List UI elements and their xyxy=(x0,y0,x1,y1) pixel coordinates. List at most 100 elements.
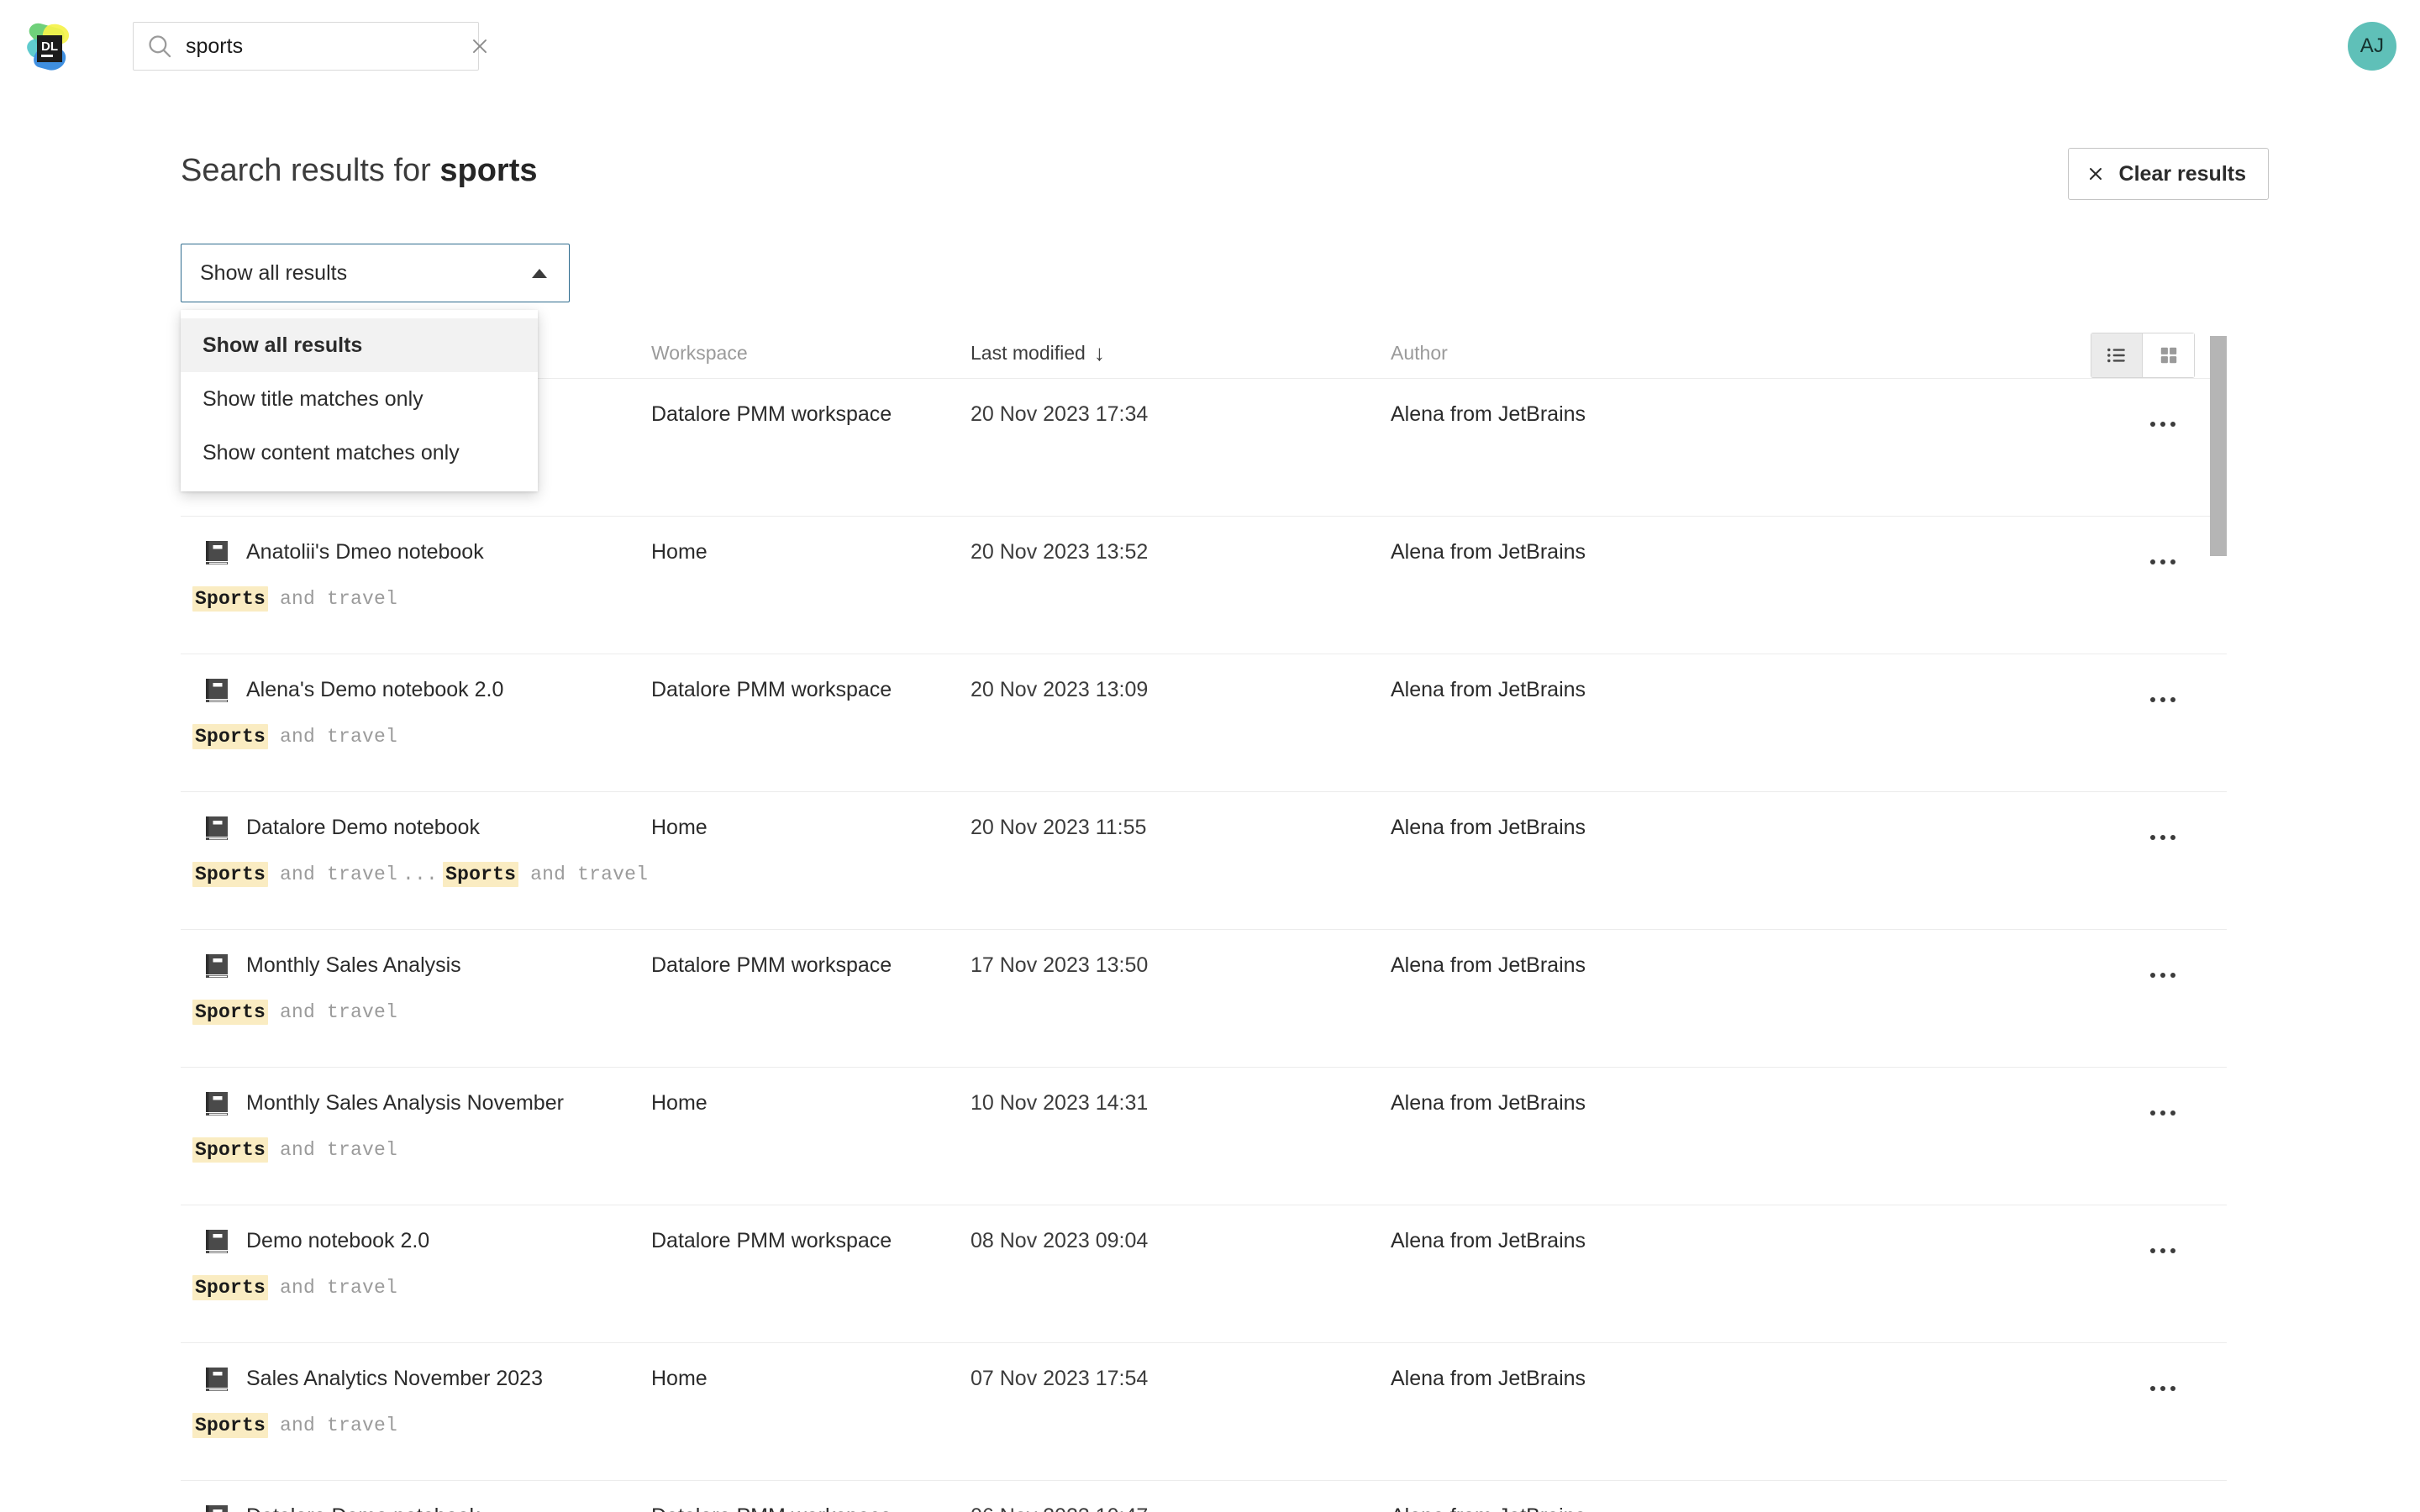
result-name-cell[interactable]: Monthly Sales Analysis xyxy=(181,953,651,978)
column-header-author[interactable]: Author xyxy=(1391,342,1928,365)
result-last-modified: 20 Nov 2023 13:09 xyxy=(971,678,1149,701)
results-filter-value: Show all results xyxy=(200,260,348,285)
result-workspace: Datalore PMM workspace xyxy=(651,1504,971,1512)
result-workspace: Datalore PMM workspace xyxy=(651,402,892,426)
scrollbar-thumb[interactable] xyxy=(2210,336,2227,556)
result-title[interactable]: Alena's Demo notebook 2.0 xyxy=(246,678,503,702)
result-name-cell[interactable]: Datalore Demo notebook xyxy=(181,1504,651,1512)
dot xyxy=(2150,1110,2155,1116)
result-title[interactable]: Anatolii's Dmeo notebook xyxy=(246,540,484,564)
view-mode-toggle[interactable] xyxy=(2091,333,2195,378)
dot xyxy=(2170,835,2175,840)
sort-descending-icon: ↓ xyxy=(1093,340,1105,365)
result-author: Alena from JetBrains xyxy=(1391,1091,1586,1115)
table-row[interactable]: Monthly Sales Analysis Datalore PMM works… xyxy=(181,929,2227,1067)
clear-search-icon[interactable] xyxy=(461,28,498,65)
search-icon xyxy=(145,32,174,60)
result-last-modified: 20 Nov 2023 17:34 xyxy=(971,402,1149,426)
dot xyxy=(2150,697,2155,702)
result-last-modified: 20 Nov 2023 13:52 xyxy=(971,540,1149,564)
results-filter-select[interactable]: Show all results xyxy=(181,244,570,302)
result-title[interactable]: Monthly Sales Analysis xyxy=(246,953,461,978)
result-last-modified: 10 Nov 2023 14:31 xyxy=(971,1091,1149,1115)
snippet-match: Sports xyxy=(192,1137,269,1163)
search-box[interactable] xyxy=(133,22,487,71)
dot xyxy=(2160,1386,2165,1391)
result-name-cell[interactable]: Alena's Demo notebook 2.0 xyxy=(181,678,651,702)
result-title[interactable]: Datalore Demo notebook xyxy=(246,816,480,840)
filter-option-2[interactable]: Show content matches only xyxy=(181,426,538,480)
dot xyxy=(2170,697,2175,702)
snippet-text: and travel xyxy=(268,1415,398,1436)
result-name-cell[interactable]: Sales Analytics November 2023 xyxy=(181,1367,651,1391)
result-title[interactable]: Datalore Demo notebook xyxy=(246,1504,480,1512)
dot xyxy=(2160,973,2165,978)
result-name-cell[interactable]: Datalore Demo notebook xyxy=(181,816,651,840)
table-row[interactable]: Monthly Sales Analysis November Home 10 No… xyxy=(181,1067,2227,1205)
avatar[interactable]: AJ xyxy=(2348,22,2396,71)
dot xyxy=(2150,559,2155,564)
dot xyxy=(2160,1248,2165,1253)
row-more-actions-button[interactable] xyxy=(2143,960,2183,990)
table-row[interactable]: Sales Analytics November 2023 Home 07 Nov … xyxy=(181,1342,2227,1480)
result-snippet: Sports and travel xyxy=(181,1000,2227,1025)
table-row[interactable]: Datalore Demo notebook Datalore PMM works… xyxy=(181,1480,2227,1512)
snippet-match: Sports xyxy=(192,1413,269,1438)
result-name-cell[interactable]: Anatolii's Dmeo notebook xyxy=(181,540,651,564)
notebook-icon xyxy=(206,953,228,978)
results-filter-dropdown[interactable]: Show all results Show title matches only S… xyxy=(181,310,538,491)
dot xyxy=(2170,1386,2175,1391)
result-workspace: Home xyxy=(651,816,708,839)
result-last-modified: 07 Nov 2023 17:54 xyxy=(971,1367,1149,1390)
row-more-actions-button[interactable] xyxy=(2143,1098,2183,1128)
row-more-actions-button[interactable] xyxy=(2143,822,2183,853)
table-row[interactable]: Demo notebook 2.0 Datalore PMM workspace 0… xyxy=(181,1205,2227,1342)
column-header-last-modified-label: Last modified xyxy=(971,341,1086,364)
table-row[interactable]: Datalore Demo notebook Home 20 Nov 2023 11… xyxy=(181,791,2227,929)
svg-text:DL: DL xyxy=(41,39,58,54)
notebook-icon xyxy=(206,816,228,840)
result-workspace: Datalore PMM workspace xyxy=(651,1229,892,1252)
result-title[interactable]: Demo notebook 2.0 xyxy=(246,1229,429,1253)
clear-results-button[interactable]: Clear results xyxy=(2067,148,2269,200)
result-snippet: Sports and travel xyxy=(181,1275,2227,1300)
result-snippet: Sports and travel xyxy=(181,1413,2227,1438)
page-title: Search results for sports xyxy=(181,153,537,189)
result-title[interactable]: Sales Analytics November 2023 xyxy=(246,1367,543,1391)
dot xyxy=(2170,1248,2175,1253)
row-more-actions-button[interactable] xyxy=(2143,547,2183,577)
row-more-actions-button[interactable] xyxy=(2143,1373,2183,1404)
column-header-last-modified[interactable]: Last modified ↓ xyxy=(971,342,1391,365)
result-last-modified: 06 Nov 2023 10:47 xyxy=(971,1504,1391,1512)
list-view-button[interactable] xyxy=(2091,333,2143,378)
filter-option-0[interactable]: Show all results xyxy=(181,318,538,372)
result-author: Alena from JetBrains xyxy=(1391,816,1586,839)
datalore-logo-icon[interactable]: DL xyxy=(20,18,77,76)
search-input[interactable] xyxy=(174,34,461,59)
result-snippet: Sports and travel xyxy=(181,586,2227,612)
result-workspace: Home xyxy=(651,1367,708,1390)
filter-option-1[interactable]: Show title matches only xyxy=(181,372,538,426)
dot xyxy=(2160,697,2165,702)
column-header-workspace[interactable]: Workspace xyxy=(651,342,971,365)
top-bar: DL AJ xyxy=(0,0,2420,94)
table-row[interactable]: Alena's Demo notebook 2.0 Datalore PMM wo… xyxy=(181,654,2227,791)
dot xyxy=(2150,835,2155,840)
grid-view-button[interactable] xyxy=(2143,333,2195,378)
result-name-cell[interactable]: Demo notebook 2.0 xyxy=(181,1229,651,1253)
table-row[interactable]: Anatolii's Dmeo notebook Home 20 Nov 2023 … xyxy=(181,516,2227,654)
row-more-actions-button[interactable] xyxy=(2143,685,2183,715)
row-more-actions-button[interactable] xyxy=(2143,1236,2183,1266)
result-title[interactable]: Monthly Sales Analysis November xyxy=(246,1091,564,1116)
notebook-icon xyxy=(206,1229,228,1253)
results-scrollbar[interactable] xyxy=(2210,333,2227,1509)
result-name-cell[interactable]: Monthly Sales Analysis November xyxy=(181,1091,651,1116)
dot xyxy=(2150,422,2155,427)
dot xyxy=(2150,1248,2155,1253)
result-author: Alena from JetBrains xyxy=(1391,540,1586,564)
row-more-actions-button[interactable] xyxy=(2143,409,2183,439)
snippet-text: and travel xyxy=(268,726,398,748)
notebook-icon xyxy=(206,678,228,702)
snippet-text: and travel xyxy=(268,588,398,610)
snippet-text: and travel xyxy=(268,1139,398,1161)
